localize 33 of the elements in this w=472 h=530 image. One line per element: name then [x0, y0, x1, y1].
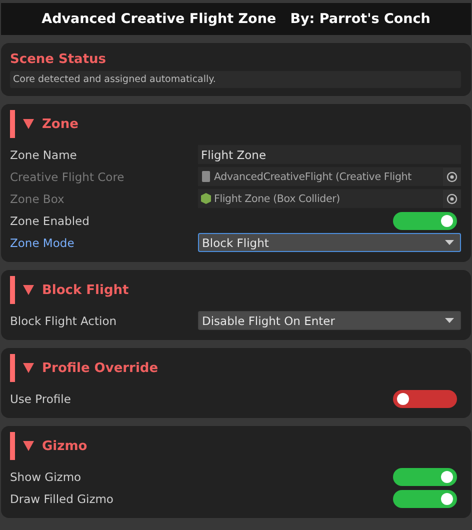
- status-message: Core detected and assigned automatically.: [10, 71, 461, 88]
- field-label: Zone Box: [10, 192, 66, 206]
- field-label: Zone Enabled: [10, 214, 90, 228]
- triangle-icon[interactable]: [23, 285, 34, 295]
- text-field[interactable]: Flight Zone: [198, 145, 461, 164]
- target-icon[interactable]: [443, 190, 461, 208]
- section-title[interactable]: Zone: [42, 116, 78, 132]
- toggle-switch[interactable]: [393, 212, 457, 230]
- field-label: Zone Mode: [10, 236, 76, 250]
- caret-icon: [445, 240, 454, 245]
- field-label: Use Profile: [10, 392, 72, 406]
- field-label: Show Gizmo: [10, 470, 82, 484]
- cube-icon: [201, 193, 211, 204]
- dropdown[interactable]: Block Flight: [198, 233, 461, 252]
- triangle-icon[interactable]: [23, 363, 34, 373]
- field-label: Block Flight Action: [10, 314, 118, 328]
- field-label: Zone Name: [10, 148, 78, 162]
- toggle-switch[interactable]: [393, 490, 457, 508]
- caret-icon: [445, 318, 454, 323]
- section-title[interactable]: Profile Override: [42, 360, 158, 376]
- dropdown[interactable]: Disable Flight On Enter: [198, 311, 461, 330]
- toggle-switch[interactable]: [393, 468, 457, 486]
- field-label: Creative Flight Core: [10, 170, 126, 184]
- section-title[interactable]: Block Flight: [42, 282, 129, 298]
- status-title: Scene Status: [10, 52, 108, 67]
- field-label: Draw Filled Gizmo: [10, 492, 114, 506]
- title-bar: Advanced Creative Flight Zone By: Parrot's Conch: [1, 3, 471, 35]
- triangle-icon[interactable]: [23, 441, 34, 451]
- target-icon[interactable]: [443, 168, 461, 186]
- script-icon: [201, 171, 211, 182]
- triangle-icon[interactable]: [23, 119, 34, 129]
- section-title[interactable]: Gizmo: [42, 438, 88, 454]
- toggle-switch[interactable]: [393, 390, 457, 408]
